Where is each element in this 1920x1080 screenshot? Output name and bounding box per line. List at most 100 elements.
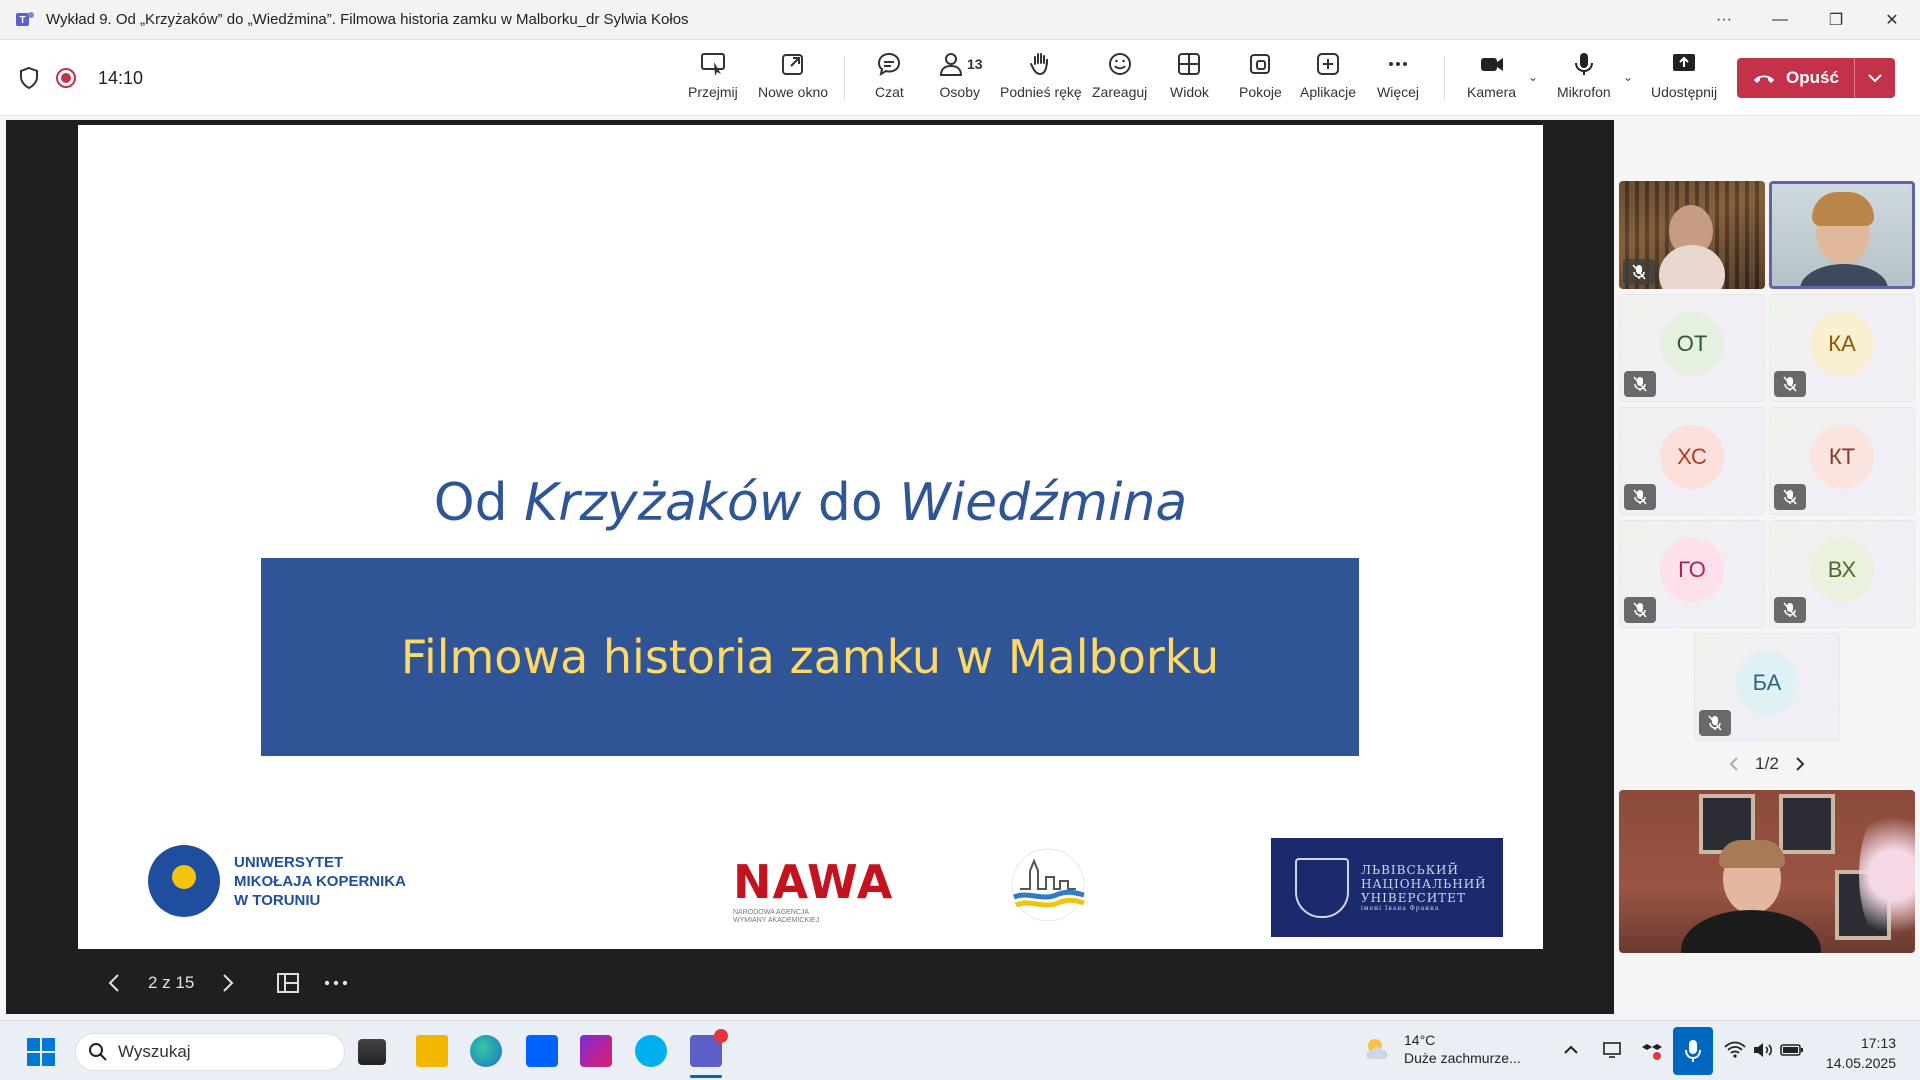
screen-pointer-icon [700,53,725,76]
new-window-button[interactable]: Nowe okno [758,50,828,108]
mic-options-chevron-icon[interactable]: ⌄ [1623,70,1633,84]
next-slide-button[interactable] [210,973,246,993]
more-label: Więcej [1377,84,1420,100]
muted-indicator [1774,371,1806,397]
participant-avatar-tile[interactable]: ВХ [1769,520,1915,628]
dropbox-icon[interactable] [526,1035,558,1067]
search-placeholder: Wyszukaj [118,1042,191,1061]
participant-avatar: ВХ [1810,538,1874,602]
window-title: Wykład 9. Od „Krzyżaków” do „Wiedźmina”.… [46,11,689,28]
weather-widget[interactable]: 14°C Duże zachmurze... [1362,1031,1521,1067]
participant-avatar-tile[interactable]: БА [1694,633,1840,741]
file-explorer-icon[interactable] [416,1035,448,1067]
chat-button[interactable]: Czat [875,50,904,108]
participant-avatar-tile[interactable]: ХС [1619,407,1765,515]
self-view-video[interactable] [1619,790,1915,953]
umk-logo-line: UNIWERSYTET [234,853,344,871]
lviv-logo-line: ЛЬВІВСЬКИЙ [1361,862,1459,877]
previous-slide-button[interactable] [96,973,132,993]
chevron-right-icon[interactable] [1795,756,1805,772]
smiley-icon [1108,53,1131,75]
microphone-icon [1685,1040,1701,1062]
people-button[interactable]: 13 Osoby [937,50,983,108]
popout-icon [782,54,804,75]
people-icon [939,53,963,76]
react-button[interactable]: Zareaguj [1092,50,1147,108]
taskbar-search-input[interactable]: Wyszukaj [75,1033,345,1071]
mic-off-icon [1783,489,1797,505]
rooms-button[interactable]: Pokoje [1239,50,1282,108]
leave-label: Opuść [1786,68,1839,87]
active-app-indicator [690,1075,722,1078]
participant-avatar-tile[interactable]: КА [1769,294,1915,402]
slide-subtitle: Filmowa historia zamku w Malborku [400,630,1220,684]
camera-options-chevron-icon[interactable]: ⌄ [1528,70,1538,84]
mic-off-icon [1708,715,1722,731]
chevron-right-icon [223,974,234,992]
participant-video-tile[interactable] [1619,181,1765,289]
toolbar-divider [844,56,845,100]
participant-hair [1812,192,1874,226]
view-button[interactable]: Widok [1170,50,1209,108]
maximize-button[interactable]: ❐ [1808,0,1864,40]
shared-content-stage: Od Krzyżaków do Wiedźmina Filmowa histor… [6,120,1614,1014]
system-clock[interactable]: 17:13 14.05.2025 [1826,1033,1896,1073]
microphone-icon [1574,53,1593,75]
muted-indicator [1624,371,1656,397]
battery-icon[interactable] [1780,1043,1804,1057]
app-s-icon[interactable] [580,1035,612,1067]
dropbox-tray-icon[interactable] [1642,1041,1662,1061]
camera-button[interactable]: Kamera [1467,50,1516,108]
chevron-up-icon[interactable] [1564,1045,1578,1055]
display-icon[interactable] [1602,1041,1622,1059]
task-view-icon[interactable] [358,1039,386,1065]
take-control-label: Przejmij [688,84,738,100]
more-button[interactable]: Więcej [1377,50,1419,108]
windows-start-icon[interactable] [26,1037,56,1067]
nawa-logo-text: NAWA [733,855,894,909]
leave-options-chevron-icon[interactable] [1855,73,1895,83]
more-options-button[interactable]: ··· [1696,0,1752,40]
lviv-logo-line: імені Івана Франка [1361,904,1440,912]
mic-button[interactable]: Mikrofon [1557,50,1611,108]
wifi-icon[interactable] [1724,1041,1746,1059]
participant-avatar-tile[interactable]: ОТ [1619,294,1765,402]
muted-indicator [1699,710,1731,736]
skype-icon[interactable] [635,1035,667,1067]
nawa-logo: NAWA NARODOWA AGENCJA WYMIANY AKADEMICKI… [733,855,893,925]
participant-avatar: ОТ [1660,312,1724,376]
apps-button[interactable]: Aplikacje [1300,50,1356,108]
hang-up-icon [1754,75,1775,83]
chevron-left-icon[interactable] [1729,756,1739,772]
slide-title: Od Krzyżaków do Wiedźmina [78,473,1543,533]
active-speaker-video-tile[interactable] [1769,181,1915,289]
nawa-logo-subtext: NARODOWA AGENCJA [733,909,809,916]
leave-button[interactable]: Opuść [1737,58,1895,98]
take-control-button[interactable]: Przejmij [688,50,738,108]
edge-browser-icon[interactable] [470,1035,502,1067]
share-label: Udostępnij [1651,84,1718,100]
close-button[interactable]: ✕ [1864,0,1920,40]
mic-label: Mikrofon [1557,84,1611,100]
teams-icon: T [16,11,34,26]
teams-taskbar-icon[interactable] [690,1029,728,1067]
rooms-label: Pokoje [1239,84,1282,100]
volume-icon[interactable] [1752,1041,1774,1059]
slide-more-button[interactable] [318,980,354,986]
mic-in-use-indicator[interactable] [1673,1027,1713,1075]
taskbar: Wyszukaj 14°C Duże zachmurze... 17:13 14… [0,1020,1920,1080]
minimize-button[interactable]: — [1752,0,1808,40]
people-label: Osoby [939,84,981,100]
lviv-crest-icon [1295,857,1349,918]
slide-navigation: 2 z 15 [96,965,354,1001]
shield-icon[interactable] [18,66,40,90]
participant-avatar-tile[interactable]: ГО [1619,520,1765,628]
slide-overview-button[interactable] [270,972,306,994]
slides-grid-icon [277,973,300,993]
slide-counter: 2 z 15 [148,973,195,992]
participant-avatar-tile[interactable]: КТ [1769,407,1915,515]
share-button[interactable]: Udostępnij [1651,50,1717,108]
raise-hand-button[interactable]: Podnieś rękę [1000,50,1082,108]
participants-pager: 1/2 [1614,752,1920,776]
rooms-icon [1250,54,1271,74]
